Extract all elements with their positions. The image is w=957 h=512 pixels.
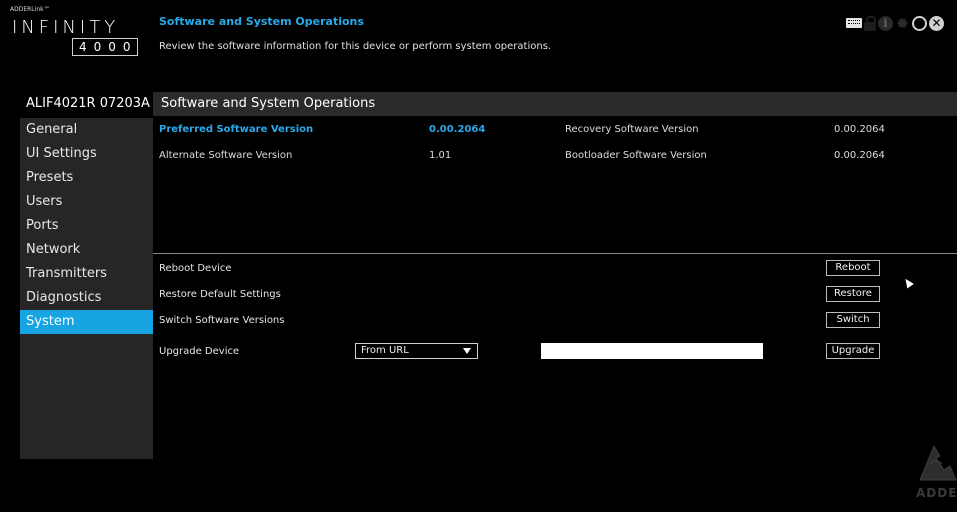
sidebar-item-transmitters[interactable]: Transmitters xyxy=(20,262,153,286)
device-name: ALIF4021R 07203A xyxy=(26,96,150,111)
brand-logo: ADDERLink™ INFINITY 4000 xyxy=(10,6,140,58)
gear-icon[interactable]: ✹ xyxy=(895,15,910,31)
sidebar-item-general[interactable]: General xyxy=(20,118,153,142)
lock-icon[interactable] xyxy=(864,15,876,31)
preferred-version-value: 0.00.2064 xyxy=(429,124,486,135)
sidebar-item-diagnostics[interactable]: Diagnostics xyxy=(20,286,153,310)
top-toolbar: i ✹ ✕ xyxy=(846,15,944,31)
brand-number: 4000 xyxy=(72,38,138,56)
close-icon[interactable]: ✕ xyxy=(929,15,944,31)
restore-label: Restore Default Settings xyxy=(159,289,281,300)
sidebar-item-network[interactable]: Network xyxy=(20,238,153,262)
reboot-button[interactable]: Reboot xyxy=(826,260,880,276)
switch-label: Switch Software Versions xyxy=(159,315,285,326)
watermark-text: ADDE xyxy=(916,486,957,500)
page-title: Software and System Operations xyxy=(159,15,364,28)
info-icon[interactable]: i xyxy=(878,15,893,31)
sidebar-item-presets[interactable]: Presets xyxy=(20,166,153,190)
alternate-version-label: Alternate Software Version xyxy=(159,150,293,161)
mouse-cursor-icon xyxy=(902,276,914,289)
sidebar: General UI Settings Presets Users Ports … xyxy=(20,118,153,459)
adder-logo-icon xyxy=(919,444,957,481)
recovery-version-label: Recovery Software Version xyxy=(565,124,699,135)
upgrade-source-select[interactable]: From URL xyxy=(355,343,478,359)
upgrade-url-input[interactable] xyxy=(541,343,763,359)
upgrade-label: Upgrade Device xyxy=(159,346,240,357)
page-description: Review the software information for this… xyxy=(159,41,552,52)
section-title: Software and System Operations xyxy=(153,92,957,116)
restore-button[interactable]: Restore xyxy=(826,286,880,302)
switch-button[interactable]: Switch xyxy=(826,312,880,328)
upgrade-button[interactable]: Upgrade xyxy=(826,343,880,359)
reboot-label: Reboot Device xyxy=(159,263,232,274)
sidebar-item-system[interactable]: System xyxy=(20,310,153,334)
sidebar-item-users[interactable]: Users xyxy=(20,190,153,214)
recovery-version-value: 0.00.2064 xyxy=(834,124,885,135)
upgrade-source-value: From URL xyxy=(361,345,409,356)
preferred-version-label: Preferred Software Version xyxy=(159,124,314,135)
brand-small-label: ADDERLink™ xyxy=(10,6,50,13)
keyboard-icon[interactable] xyxy=(846,18,862,28)
power-icon[interactable] xyxy=(912,15,927,31)
alternate-version-value: 1.01 xyxy=(429,150,452,161)
sidebar-item-ports[interactable]: Ports xyxy=(20,214,153,238)
bootloader-version-label: Bootloader Software Version xyxy=(565,150,707,161)
dropdown-arrow-icon xyxy=(463,348,471,354)
bootloader-version-value: 0.00.2064 xyxy=(834,150,885,161)
sidebar-item-ui-settings[interactable]: UI Settings xyxy=(20,142,153,166)
section-divider xyxy=(153,253,957,254)
brand-name: INFINITY xyxy=(12,17,120,38)
